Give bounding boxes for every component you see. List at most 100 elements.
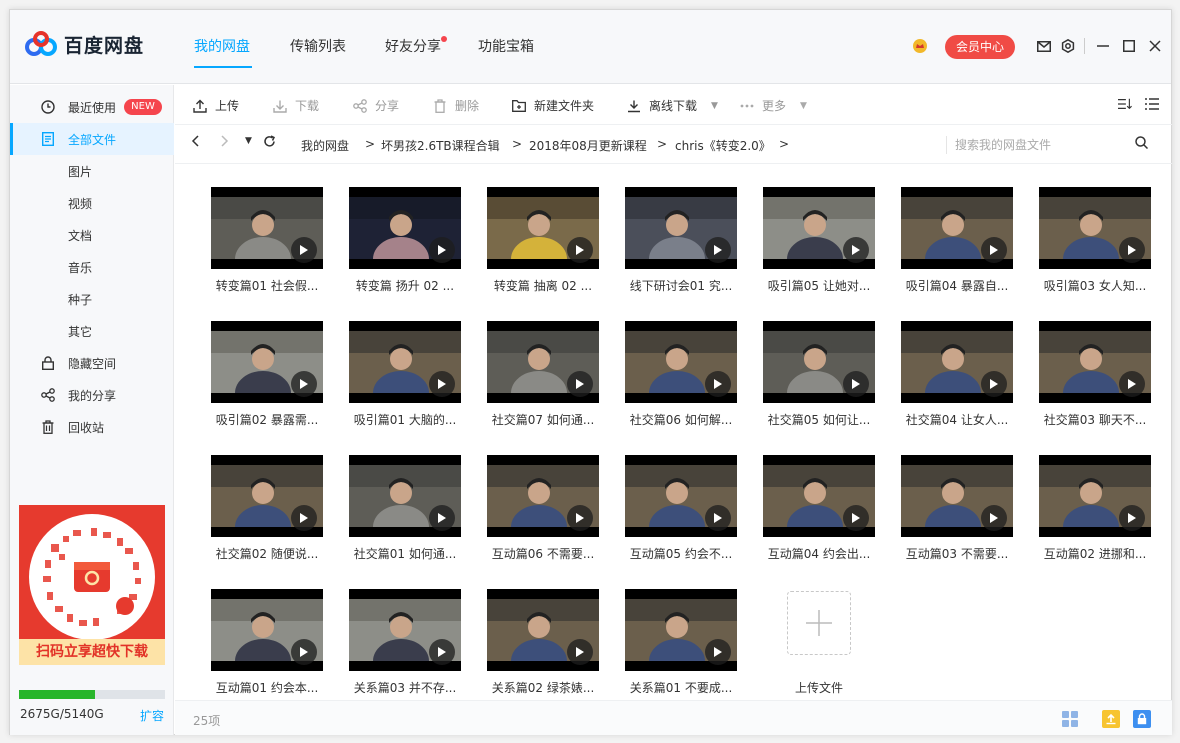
sidebar-item-all-files[interactable]: 全部文件 bbox=[10, 123, 174, 155]
file-item[interactable]: 吸引篇01 大脑的... bbox=[345, 309, 463, 429]
breadcrumb-bar: ▼ 我的网盘 > 坏男孩2.6TB课程合辑 > 2018年08月更新课程 > c… bbox=[175, 126, 1172, 164]
share-button[interactable]: 分享 bbox=[353, 97, 399, 114]
share-icon bbox=[40, 387, 56, 403]
file-item[interactable]: 社交篇03 聊天不... bbox=[1035, 309, 1153, 429]
app-name: 百度网盘 bbox=[64, 34, 145, 57]
video-thumbnail bbox=[1039, 321, 1151, 403]
sidebar: 最近使用 NEW 全部文件 图片 视频 文档 音乐 种子 其它 隐藏空间 我的分… bbox=[10, 85, 174, 735]
sidebar-item-others[interactable]: 其它 bbox=[10, 315, 174, 347]
video-thumbnail bbox=[901, 455, 1013, 537]
sidebar-item-images[interactable]: 图片 bbox=[10, 155, 174, 187]
upload-button[interactable]: 上传 bbox=[193, 97, 239, 114]
history-dropdown-icon[interactable]: ▼ bbox=[245, 136, 252, 146]
breadcrumb-item[interactable]: 2018年08月更新课程 bbox=[529, 137, 647, 154]
file-item[interactable]: 关系篇01 不要成... bbox=[621, 577, 739, 697]
play-icon bbox=[981, 371, 1007, 397]
sidebar-item-label: 文档 bbox=[68, 228, 93, 243]
promo-banner[interactable]: 扫码立享超快下载 bbox=[19, 505, 165, 665]
tab-transfer-list[interactable]: 传输列表 bbox=[290, 36, 346, 56]
file-name: 转变篇 抽离 02 ... bbox=[493, 279, 593, 293]
file-item[interactable]: 互动篇02 进挪和... bbox=[1035, 443, 1153, 563]
breadcrumb-item[interactable]: 坏男孩2.6TB课程合辑 bbox=[381, 137, 500, 154]
app-logo[interactable]: 百度网盘 bbox=[24, 30, 144, 58]
sidebar-item-music[interactable]: 音乐 bbox=[10, 251, 174, 283]
upload-tray-icon[interactable] bbox=[1102, 710, 1120, 728]
file-item[interactable]: 社交篇01 如何通... bbox=[345, 443, 463, 563]
sidebar-item-recent[interactable]: 最近使用 NEW bbox=[10, 91, 174, 123]
file-item[interactable]: 吸引篇03 女人知... bbox=[1035, 175, 1153, 295]
close-icon[interactable] bbox=[1147, 38, 1163, 54]
settings-icon[interactable] bbox=[1060, 38, 1076, 54]
vip-crown-icon[interactable] bbox=[912, 39, 928, 53]
download-button[interactable]: 下载 bbox=[273, 97, 319, 114]
refresh-icon[interactable] bbox=[263, 135, 276, 151]
play-icon bbox=[705, 237, 731, 263]
minimize-icon[interactable] bbox=[1095, 38, 1111, 54]
file-item[interactable]: 转变篇 扬升 02 ... bbox=[345, 175, 463, 295]
sort-button[interactable] bbox=[1118, 97, 1140, 111]
grid-view-icon[interactable] bbox=[1061, 710, 1079, 728]
file-item[interactable]: 社交篇04 让女人... bbox=[897, 309, 1015, 429]
sidebar-item-videos[interactable]: 视频 bbox=[10, 187, 174, 219]
sidebar-item-label: 回收站 bbox=[68, 420, 105, 435]
file-item[interactable]: 互动篇04 约会出... bbox=[759, 443, 877, 563]
search-icon[interactable] bbox=[1135, 136, 1149, 152]
mail-icon[interactable] bbox=[1036, 38, 1052, 54]
file-item[interactable]: 关系篇03 并不存... bbox=[345, 577, 463, 697]
file-item[interactable]: 社交篇07 如何通... bbox=[483, 309, 601, 429]
tab-friend-share[interactable]: 好友分享 bbox=[385, 36, 441, 56]
file-item[interactable]: 互动篇05 约会不... bbox=[621, 443, 739, 563]
file-item[interactable]: 互动篇03 不需要... bbox=[897, 443, 1015, 563]
file-item[interactable]: 社交篇06 如何解... bbox=[621, 309, 739, 429]
offline-download-icon bbox=[627, 99, 641, 113]
breadcrumb-item[interactable]: 我的网盘 bbox=[301, 137, 349, 154]
file-name: 吸引篇03 女人知... bbox=[1043, 279, 1147, 293]
search-divider bbox=[946, 136, 947, 154]
new-folder-button[interactable]: 新建文件夹 bbox=[512, 97, 594, 114]
file-item[interactable]: 社交篇02 随便说... bbox=[207, 443, 325, 563]
delete-button[interactable]: 删除 bbox=[433, 97, 479, 114]
sidebar-item-torrents[interactable]: 种子 bbox=[10, 283, 174, 315]
file-item[interactable]: 社交篇05 如何让... bbox=[759, 309, 877, 429]
vip-center-button[interactable]: 会员中心 bbox=[945, 35, 1015, 59]
file-item[interactable]: 互动篇06 不需要... bbox=[483, 443, 601, 563]
maximize-icon[interactable] bbox=[1121, 38, 1137, 54]
list-view-icon bbox=[1145, 97, 1159, 111]
video-thumbnail bbox=[763, 455, 875, 537]
sidebar-item-documents[interactable]: 文档 bbox=[10, 219, 174, 251]
forward-arrow-icon[interactable] bbox=[221, 135, 229, 150]
tab-toolbox[interactable]: 功能宝箱 bbox=[478, 36, 534, 56]
sidebar-item-my-shares[interactable]: 我的分享 bbox=[10, 379, 174, 411]
tab-my-netdisk[interactable]: 我的网盘 bbox=[194, 36, 250, 56]
upload-icon bbox=[193, 99, 207, 113]
sidebar-item-label: 种子 bbox=[68, 292, 93, 307]
toolbar: 上传 下载 分享 删除 新建文件夹 离线下载 ▼ 更多 ▼ bbox=[175, 85, 1172, 125]
more-button[interactable]: 更多 ▼ bbox=[740, 97, 807, 114]
file-item[interactable]: 转变篇01 社会假... bbox=[207, 175, 325, 295]
sidebar-item-hidden-space[interactable]: 隐藏空间 bbox=[10, 347, 174, 379]
list-view-button[interactable] bbox=[1145, 97, 1167, 111]
storage-bar bbox=[19, 690, 165, 699]
play-icon bbox=[981, 505, 1007, 531]
file-item[interactable]: 转变篇 抽离 02 ... bbox=[483, 175, 601, 295]
sidebar-item-label: 视频 bbox=[68, 196, 93, 211]
back-arrow-icon[interactable] bbox=[191, 135, 199, 151]
play-icon bbox=[1119, 371, 1145, 397]
safe-box-lock-icon[interactable] bbox=[1133, 710, 1151, 728]
file-item[interactable]: 吸引篇02 暴露需... bbox=[207, 309, 325, 429]
offline-download-button[interactable]: 离线下载 ▼ bbox=[627, 97, 718, 114]
video-thumbnail bbox=[625, 589, 737, 671]
breadcrumb-item[interactable]: chris《转变2.0》 bbox=[675, 137, 771, 154]
video-thumbnail bbox=[487, 187, 599, 269]
file-name: 吸引篇01 大脑的... bbox=[353, 413, 457, 427]
search-input[interactable] bbox=[955, 136, 1115, 154]
expand-storage-link[interactable]: 扩容 bbox=[140, 707, 164, 724]
file-item[interactable]: 吸引篇04 暴露自... bbox=[897, 175, 1015, 295]
sidebar-item-recycle-bin[interactable]: 回收站 bbox=[10, 411, 174, 443]
file-item[interactable]: 线下研讨会01 究... bbox=[621, 175, 739, 295]
file-item[interactable]: 关系篇02 绿茶婊... bbox=[483, 577, 601, 697]
file-item[interactable]: 互动篇01 约会本... bbox=[207, 577, 325, 697]
file-name: 线下研讨会01 究... bbox=[629, 279, 733, 293]
file-item[interactable]: 吸引篇05 让她对... bbox=[759, 175, 877, 295]
upload-file-tile[interactable]: 上传文件 bbox=[759, 577, 877, 697]
